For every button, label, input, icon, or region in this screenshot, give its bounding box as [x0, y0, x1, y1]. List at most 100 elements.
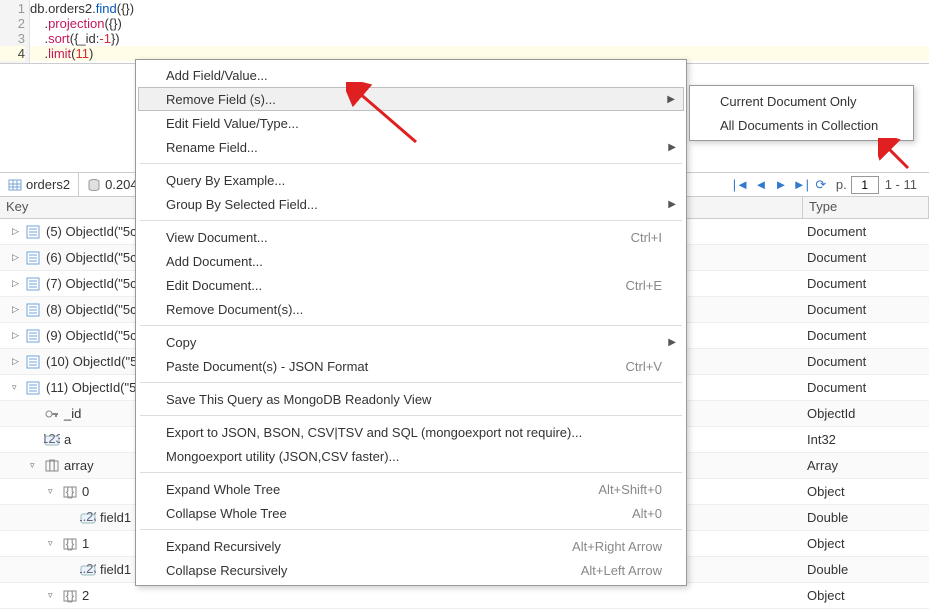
menu-separator [140, 382, 682, 383]
menu-item[interactable]: Save This Query as MongoDB Readonly View [138, 387, 684, 411]
svg-text:1.23: 1.23 [80, 511, 96, 524]
menu-item-label: Group By Selected Field... [166, 197, 318, 212]
menu-item[interactable]: Paste Document(s) - JSON FormatCtrl+V [138, 354, 684, 378]
menu-item-label: Collapse Whole Tree [166, 506, 287, 521]
row-type: Document [803, 380, 929, 395]
twisty-icon[interactable]: ▷ [12, 330, 22, 341]
twisty-icon[interactable]: ▷ [12, 226, 22, 237]
menu-shortcut: Alt+0 [632, 506, 662, 521]
pager-prev-icon[interactable]: ◄ [752, 176, 770, 194]
menu-item[interactable]: Collapse Whole Tree Alt+0 [138, 501, 684, 525]
menu-item-label: Mongoexport utility (JSON,CSV faster)... [166, 449, 399, 464]
menu-item[interactable]: Group By Selected Field...▶ [138, 192, 684, 216]
doc-icon [26, 225, 42, 239]
row-type: Int32 [803, 432, 929, 447]
menu-item[interactable]: Add Field/Value... [138, 63, 684, 87]
submenu-arrow-icon: ▶ [668, 337, 676, 348]
menu-item[interactable]: Remove Field (s)...▶ [138, 87, 684, 111]
doc-icon [26, 303, 42, 317]
twisty-icon[interactable]: ▿ [48, 590, 58, 601]
obj-icon: {} [62, 485, 78, 499]
row-label: 0 [82, 484, 89, 499]
row-type: Double [803, 510, 929, 525]
row-type: Document [803, 250, 929, 265]
row-type: Array [803, 458, 929, 473]
pager-next-icon[interactable]: ► [772, 176, 790, 194]
pager-first-icon[interactable]: |◄ [732, 176, 750, 194]
menu-item-label: Edit Document... [166, 278, 262, 293]
menu-item[interactable]: Edit Document...Ctrl+E [138, 273, 684, 297]
menu-item[interactable]: All Documents in Collection [692, 113, 911, 137]
twisty-icon[interactable]: ▿ [48, 538, 58, 549]
twisty-icon[interactable]: ▿ [30, 460, 40, 471]
menu-item[interactable]: Expand RecursivelyAlt+Right Arrow [138, 534, 684, 558]
row-type: Object [803, 588, 929, 603]
menu-item-label: Export to JSON, BSON, CSV|TSV and SQL (m… [166, 425, 582, 440]
row-type: Double [803, 562, 929, 577]
context-menu[interactable]: Add Field/Value...Remove Field (s)...▶ Ed… [135, 59, 687, 586]
row-type: Document [803, 354, 929, 369]
dbl-icon: 1.23 [80, 563, 96, 577]
submenu-remove-field[interactable]: Current Document OnlyAll Documents in Co… [689, 85, 914, 141]
menu-item-label: Expand Whole Tree [166, 482, 280, 497]
row-type: Object [803, 536, 929, 551]
row-label: field1 [100, 562, 131, 577]
menu-item-label: Save This Query as MongoDB Readonly View [166, 392, 431, 407]
menu-item-label: Add Document... [166, 254, 263, 269]
menu-shortcut: Ctrl+V [626, 359, 662, 374]
editor-code[interactable]: db.orders2.find({}) .projection({}) .sor… [30, 0, 929, 63]
menu-item-label: Edit Field Value/Type... [166, 116, 299, 131]
row-label: 2 [82, 588, 89, 603]
doc-icon [26, 251, 42, 265]
code-editor[interactable]: 1234 db.orders2.find({}) .projection({})… [0, 0, 929, 64]
twisty-icon[interactable]: ▷ [12, 304, 22, 315]
menu-separator [140, 220, 682, 221]
twisty-icon[interactable]: ▷ [12, 278, 22, 289]
svg-text:1.23: 1.23 [80, 563, 96, 576]
twisty-icon[interactable]: ▷ [12, 252, 22, 263]
menu-item[interactable]: Edit Field Value/Type... [138, 111, 684, 135]
row-label: 1 [82, 536, 89, 551]
doc-icon [26, 277, 42, 291]
results-tab-label: orders2 [26, 177, 70, 192]
pager-last-icon[interactable]: ►| [792, 176, 810, 194]
menu-item[interactable]: Collapse Recursively Alt+Left Arrow [138, 558, 684, 582]
menu-item[interactable]: Remove Document(s)... [138, 297, 684, 321]
menu-shortcut: Alt+Left Arrow [581, 563, 662, 578]
pager-refresh-icon[interactable]: ⟳ [812, 176, 830, 194]
pager: |◄ ◄ ► ►| ⟳ p. 1 - 11 [732, 176, 929, 194]
results-tab[interactable]: orders2 [0, 172, 79, 197]
menu-item[interactable]: Mongoexport utility (JSON,CSV faster)... [138, 444, 684, 468]
menu-item[interactable]: Add Document... [138, 249, 684, 273]
pager-page-input[interactable] [851, 176, 879, 194]
twisty-icon[interactable]: ▿ [48, 486, 58, 497]
db-icon [87, 178, 101, 192]
menu-item[interactable]: Rename Field...▶ [138, 135, 684, 159]
submenu-arrow-icon: ▶ [668, 142, 676, 153]
arr-icon: [] [44, 459, 60, 473]
menu-item[interactable]: Query By Example... [138, 168, 684, 192]
svg-text:{}: {} [66, 485, 75, 499]
twisty-icon[interactable]: ▿ [12, 382, 22, 393]
submenu-arrow-icon: ▶ [667, 94, 675, 105]
row-label: field1 [100, 510, 131, 525]
menu-item[interactable]: Current Document Only [692, 89, 911, 113]
key-icon [44, 407, 60, 421]
twisty-icon[interactable]: ▷ [12, 356, 22, 367]
row-type: Object [803, 484, 929, 499]
pager-range: 1 - 11 [881, 177, 923, 192]
doc-icon [26, 381, 42, 395]
menu-item[interactable]: Export to JSON, BSON, CSV|TSV and SQL (m… [138, 420, 684, 444]
menu-item-label: Collapse Recursively [166, 563, 287, 578]
row-type: Document [803, 302, 929, 317]
menu-item[interactable]: View Document...Ctrl+I [138, 225, 684, 249]
table-row[interactable]: ▿{}2Object [0, 583, 929, 609]
menu-item-label: Remove Document(s)... [166, 302, 303, 317]
menu-item[interactable]: Expand Whole TreeAlt+Shift+0 [138, 477, 684, 501]
grid-header-type[interactable]: Type [803, 197, 929, 218]
menu-item[interactable]: Copy▶ [138, 330, 684, 354]
row-type: ObjectId [803, 406, 929, 421]
row-type: Document [803, 224, 929, 239]
menu-separator [140, 472, 682, 473]
dbl-icon: 1.23 [80, 511, 96, 525]
